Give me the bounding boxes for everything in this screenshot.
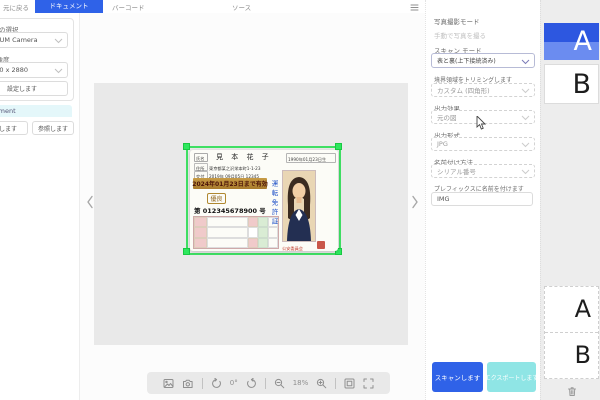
- right-settings-panel: 写真撮影モード 手動で写真を撮る スキャン モード 表と裏(上下接続済み) 境界…: [425, 0, 540, 400]
- rotate-right-icon[interactable]: [246, 378, 257, 389]
- canvas-toolbar: 0° 18%: [147, 372, 390, 394]
- chevron-down-icon: [521, 114, 530, 121]
- grade-badge: 優良: [207, 193, 226, 204]
- holder-portrait: [282, 170, 316, 242]
- trim-select[interactable]: カスタム (四角形): [431, 83, 535, 97]
- left-settings-panel: 入力の選択 MEDIUM Camera 解像度 5120 x 2880 設定しま…: [0, 13, 80, 400]
- rotate-left-icon[interactable]: [211, 378, 222, 389]
- resolution-select-value: 5120 x 2880: [0, 66, 28, 74]
- menu-icon[interactable]: [410, 3, 419, 11]
- set-button[interactable]: 設定します: [0, 81, 68, 96]
- chevron-down-icon: [521, 58, 530, 65]
- chevron-down-icon: [54, 37, 63, 44]
- chevron-down-icon: [521, 141, 530, 148]
- tab-document-label: ドキュメント: [50, 0, 89, 10]
- address-label-box: 住所: [194, 163, 208, 171]
- mouse-cursor: [476, 116, 486, 130]
- grade-badge-label: 優良: [210, 194, 222, 203]
- selection-handle-bottom-left[interactable]: [183, 248, 190, 255]
- camera-select-value: MEDIUM Camera: [0, 36, 38, 44]
- tab-source[interactable]: ソース: [232, 2, 251, 12]
- export-button[interactable]: エクスポートします: [487, 362, 536, 392]
- selection-handle-top-left[interactable]: [183, 143, 190, 150]
- scan-mode-select[interactable]: 表と裏(上下接続済み): [431, 53, 535, 68]
- scan-mode-value: 表と裏(上下接続済み): [432, 56, 496, 65]
- resolution-select[interactable]: 5120 x 2880: [0, 62, 68, 78]
- license-number: 第 012345678900 号: [194, 205, 266, 215]
- fit-to-window-icon[interactable]: [344, 378, 355, 389]
- holder-address: 東京都某之沢栄本町1-1-23: [209, 166, 261, 172]
- naming-method-select[interactable]: シリアル番号: [431, 164, 535, 178]
- scanner-app-window: 元に戻る ドキュメント バーコード ソース 入力の選択 MEDIUM Camer…: [0, 0, 600, 400]
- holder-name: 見 本 花 子: [216, 152, 272, 162]
- merged-top-label: A: [575, 295, 591, 323]
- prefix-input[interactable]: [431, 192, 533, 206]
- output-format-value: JPG: [432, 140, 448, 148]
- name-label-box: 氏名: [194, 153, 208, 162]
- name-label: 氏名: [196, 156, 204, 162]
- selection-handle-top-right[interactable]: [335, 143, 342, 150]
- output-format-select[interactable]: JPG: [431, 137, 535, 151]
- birth-date: 1990年01月23日生: [288, 157, 326, 163]
- thumbnail-page-b[interactable]: B: [544, 64, 599, 104]
- camera-icon[interactable]: [182, 378, 194, 389]
- authority-name: 公安委員会: [282, 246, 303, 251]
- toolbar-divider: [202, 378, 203, 389]
- toolbar-divider: [335, 378, 336, 389]
- document-section-title: Document: [0, 107, 16, 115]
- zoom-in-icon[interactable]: [316, 378, 327, 389]
- manual-photo-option[interactable]: 手動で写真を撮る: [434, 30, 486, 40]
- thumbnail-strip: A B A B: [540, 0, 600, 400]
- chevron-down-icon: [54, 67, 63, 74]
- browse-button[interactable]: 参照します: [32, 121, 74, 135]
- zoom-percent-value: 18%: [293, 379, 309, 387]
- tab-barcode[interactable]: バーコード: [112, 2, 145, 12]
- document-section-header: Document: [0, 105, 72, 117]
- delete-page-button[interactable]: [567, 386, 577, 397]
- output-effect-value: 元の図: [432, 112, 457, 122]
- merged-result-thumbnail[interactable]: A B: [544, 286, 599, 379]
- thumbnail-page-a[interactable]: A: [544, 23, 599, 60]
- validity-band: 2024年01月23日まで有効: [193, 178, 267, 189]
- portrait-illustration: [283, 171, 315, 241]
- thumbnail-b-label: B: [572, 69, 591, 100]
- scan-canvas: 氏名 見 本 花 子 1990年01月23日生 住所 東京都某之沢栄本町1-1-…: [80, 13, 425, 400]
- authority-seal-icon: [317, 241, 325, 249]
- previous-page-arrow[interactable]: [86, 195, 94, 209]
- license-category-table: [193, 216, 279, 249]
- chevron-down-icon: [521, 87, 530, 94]
- camera-select[interactable]: MEDIUM Camera: [0, 32, 68, 48]
- next-page-arrow[interactable]: [411, 195, 419, 209]
- rotation-angle-value: 0°: [230, 379, 238, 387]
- valid-until-text: 2024年01月23日まで有効: [192, 179, 267, 188]
- license-title-vertical: 運転免許証: [269, 180, 279, 228]
- chevron-down-icon: [521, 168, 530, 175]
- back-button[interactable]: 元に戻る: [3, 2, 29, 12]
- image-icon[interactable]: [163, 378, 174, 389]
- toolbar-divider: [265, 378, 266, 389]
- birth-date-box: 1990年01月23日生: [286, 153, 336, 163]
- apply-button[interactable]: 適用します: [0, 121, 28, 135]
- thumbnail-a-label: A: [574, 26, 592, 57]
- merged-bottom-label: B: [575, 341, 591, 369]
- zoom-out-icon[interactable]: [274, 378, 285, 389]
- license-card: 氏名 見 本 花 子 1990年01月23日生 住所 東京都某之沢栄本町1-1-…: [190, 150, 338, 251]
- trim-value: カスタム (四角形): [432, 85, 490, 95]
- scan-button[interactable]: スキャンします: [432, 362, 483, 392]
- tab-document[interactable]: ドキュメント: [35, 0, 103, 13]
- photo-mode-label: 写真撮影モード: [434, 16, 480, 26]
- naming-method-value: シリアル番号: [432, 166, 476, 176]
- crop-icon[interactable]: [363, 378, 374, 389]
